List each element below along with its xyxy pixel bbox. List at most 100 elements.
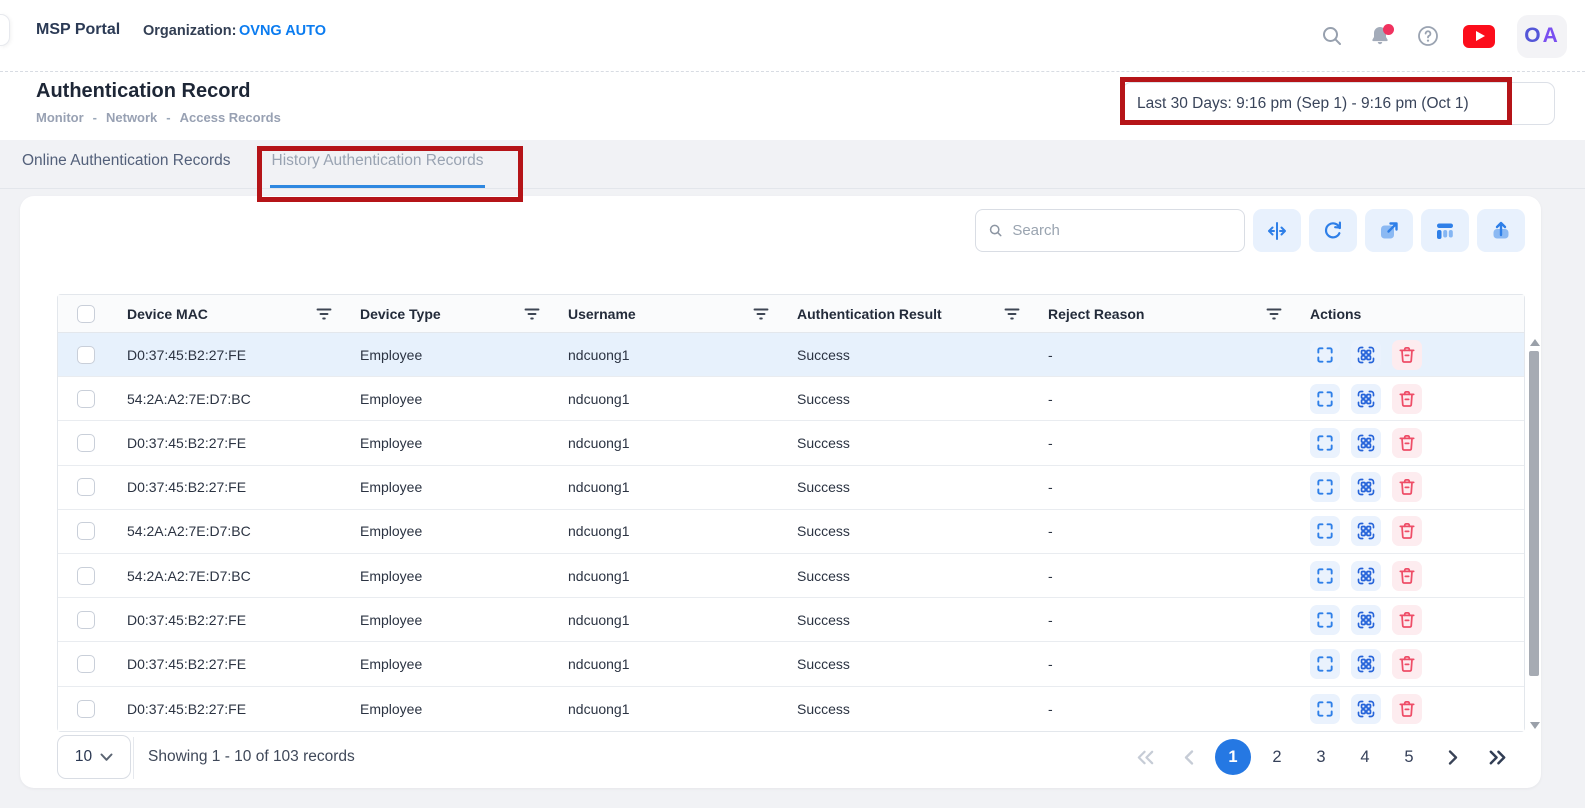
row-checkbox[interactable] [77,611,95,629]
table-row[interactable]: D0:37:45:B2:27:FE Employee ndcuong1 Succ… [58,598,1524,642]
column-resize-button[interactable] [1253,209,1301,252]
session-detail-button[interactable] [1351,340,1381,370]
row-checkbox[interactable] [77,346,95,364]
notification-badge [1383,24,1394,35]
cell-username: ndcuong1 [554,347,783,363]
session-detail-button[interactable] [1351,428,1381,458]
table-row[interactable]: D0:37:45:B2:27:FE Employee ndcuong1 Succ… [58,466,1524,510]
cell-device-type: Employee [346,523,554,539]
prev-page-button[interactable] [1171,739,1207,775]
row-checkbox[interactable] [77,390,95,408]
open-external-button[interactable] [1365,209,1413,252]
page-button-3[interactable]: 3 [1303,739,1339,775]
delete-button[interactable] [1392,649,1422,679]
column-actions: Actions [1310,306,1361,322]
filter-icon[interactable] [316,307,332,321]
breadcrumb-monitor[interactable]: Monitor [36,110,84,125]
scrollbar-thumb[interactable] [1529,351,1539,676]
table-scrollbar[interactable] [1528,339,1540,729]
scrollbar-up-arrow[interactable] [1530,339,1540,346]
delete-button[interactable] [1392,516,1422,546]
table-row[interactable]: D0:37:45:B2:27:FE Employee ndcuong1 Succ… [58,687,1524,731]
expand-details-button[interactable] [1310,340,1340,370]
table-row[interactable]: 54:2A:A2:7E:D7:BC Employee ndcuong1 Succ… [58,377,1524,421]
expand-details-button[interactable] [1310,516,1340,546]
cell-authentication-result: Success [783,568,1034,584]
row-checkbox[interactable] [77,434,95,452]
avatar-initial-o: O [1524,24,1542,48]
table-row[interactable]: D0:37:45:B2:27:FE Employee ndcuong1 Succ… [58,421,1524,465]
help-icon[interactable] [1415,23,1441,49]
breadcrumb-access-records[interactable]: Access Records [180,110,281,125]
table-row[interactable]: D0:37:45:B2:27:FE Employee ndcuong1 Succ… [58,642,1524,686]
records-table: Device MAC Device Type Username Authenti… [57,294,1525,732]
filter-icon[interactable] [753,307,769,321]
tab-online-authentication-records[interactable]: Online Authentication Records [20,146,233,188]
tab-history-authentication-records[interactable]: History Authentication Records [270,146,486,188]
expand-details-button[interactable] [1310,384,1340,414]
page-button-5[interactable]: 5 [1391,739,1427,775]
expand-details-button[interactable] [1310,472,1340,502]
session-detail-button[interactable] [1351,384,1381,414]
table-row[interactable]: D0:37:45:B2:27:FE Employee ndcuong1 Succ… [58,333,1524,377]
delete-button[interactable] [1392,472,1422,502]
expand-details-button[interactable] [1310,649,1340,679]
session-detail-button[interactable] [1351,694,1381,724]
page-size-select[interactable]: 10 [57,735,131,779]
breadcrumb-network[interactable]: Network [106,110,157,125]
scrollbar-down-arrow[interactable] [1530,722,1540,729]
pagination: 12345 [1127,735,1515,779]
records-card: Device MAC Device Type Username Authenti… [20,196,1541,788]
youtube-icon[interactable] [1463,25,1495,48]
organization-value[interactable]: OVNG AUTO [239,23,326,39]
select-all-checkbox[interactable] [77,305,95,323]
filter-icon[interactable] [1004,307,1020,321]
search-input[interactable] [1012,222,1232,239]
notifications-bell-icon[interactable] [1367,23,1393,49]
date-range-picker[interactable]: Last 30 Days: 9:16 pm (Sep 1) - 9:16 pm … [1122,82,1555,125]
export-button[interactable] [1477,209,1525,252]
delete-button[interactable] [1392,340,1422,370]
columns-button[interactable] [1421,209,1469,252]
table-row[interactable]: 54:2A:A2:7E:D7:BC Employee ndcuong1 Succ… [58,510,1524,554]
session-detail-button[interactable] [1351,561,1381,591]
table-search[interactable] [975,209,1245,252]
filter-icon[interactable] [524,307,540,321]
sidebar-handle[interactable] [0,14,10,46]
last-page-button[interactable] [1479,739,1515,775]
page-button-2[interactable]: 2 [1259,739,1295,775]
cell-username: ndcuong1 [554,612,783,628]
table-row[interactable]: 54:2A:A2:7E:D7:BC Employee ndcuong1 Succ… [58,554,1524,598]
delete-button[interactable] [1392,384,1422,414]
page-button-4[interactable]: 4 [1347,739,1383,775]
session-detail-button[interactable] [1351,516,1381,546]
filter-icon[interactable] [1266,307,1282,321]
delete-button[interactable] [1392,605,1422,635]
search-icon [988,222,1003,239]
row-checkbox[interactable] [77,567,95,585]
expand-details-button[interactable] [1310,561,1340,591]
first-page-button[interactable] [1127,739,1163,775]
row-checkbox[interactable] [77,655,95,673]
delete-button[interactable] [1392,428,1422,458]
cell-username: ndcuong1 [554,701,783,717]
refresh-button[interactable] [1309,209,1357,252]
page-button-1[interactable]: 1 [1215,739,1251,775]
page-size-value: 10 [75,748,92,766]
next-page-button[interactable] [1435,739,1471,775]
user-avatar[interactable]: O A [1517,15,1567,58]
cell-authentication-result: Success [783,612,1034,628]
expand-details-button[interactable] [1310,428,1340,458]
expand-details-button[interactable] [1310,605,1340,635]
session-detail-button[interactable] [1351,649,1381,679]
row-checkbox[interactable] [77,522,95,540]
session-detail-button[interactable] [1351,472,1381,502]
session-detail-button[interactable] [1351,605,1381,635]
row-checkbox[interactable] [77,700,95,718]
breadcrumb: Monitor - Network - Access Records [36,110,281,125]
delete-button[interactable] [1392,561,1422,591]
row-checkbox[interactable] [77,478,95,496]
search-icon[interactable] [1319,23,1345,49]
delete-button[interactable] [1392,694,1422,724]
expand-details-button[interactable] [1310,694,1340,724]
